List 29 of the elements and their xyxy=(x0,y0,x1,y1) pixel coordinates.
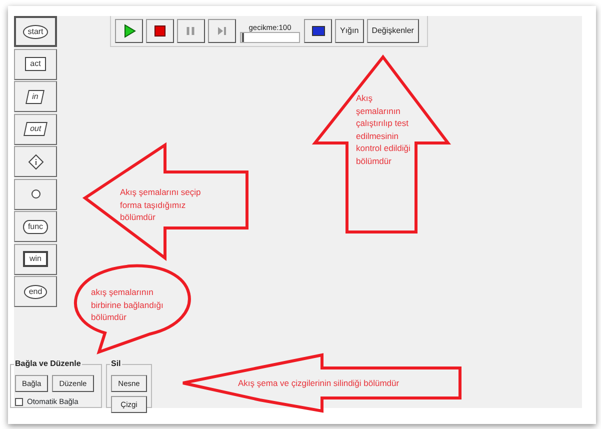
shape-tool-button[interactable]: func xyxy=(14,211,57,242)
callout-text: Akış şemalarının çalıştırılıp test edilmesinin kontrol edildiği bölümdür xyxy=(356,92,412,167)
step-icon xyxy=(215,24,229,38)
step-button[interactable] xyxy=(208,19,236,43)
shape-tool-button[interactable]: start xyxy=(14,16,57,47)
group-title: Bağla ve Düzenle xyxy=(14,359,82,369)
group-title: Sil xyxy=(110,359,122,369)
play-button[interactable] xyxy=(115,19,143,43)
shape-tool-button[interactable]: in xyxy=(14,81,57,112)
pause-button[interactable] xyxy=(177,19,205,43)
stop-icon xyxy=(153,24,167,38)
callout-text: Akış şemalarını seçip forma taşıdığımız bölümdür xyxy=(120,186,202,224)
toolbar-button[interactable]: Yığın xyxy=(335,19,364,43)
delay-slider[interactable] xyxy=(240,32,300,43)
color-button[interactable] xyxy=(304,19,332,43)
shape-tool-button[interactable]: act xyxy=(14,48,57,80)
shape-tool-button[interactable]: win xyxy=(14,244,57,274)
callout-text: akış şemalarının birbirine bağlandığı bölümdür xyxy=(91,286,164,324)
shape-tool-button[interactable] xyxy=(14,146,57,177)
play-icon xyxy=(122,24,136,38)
shape-tool-button[interactable] xyxy=(14,178,57,210)
stop-button[interactable] xyxy=(146,19,174,43)
callout-text: Akış şema ve çizgilerinin silindiği bölümdür xyxy=(238,377,400,390)
shape-tool-button[interactable]: end xyxy=(14,276,57,307)
checkbox[interactable] xyxy=(15,398,23,406)
circle-icon xyxy=(30,189,40,199)
toolbar-button[interactable]: Değişkenler xyxy=(366,19,419,43)
diamond-icon xyxy=(28,154,44,170)
shape-tool-button[interactable]: out xyxy=(14,114,57,144)
